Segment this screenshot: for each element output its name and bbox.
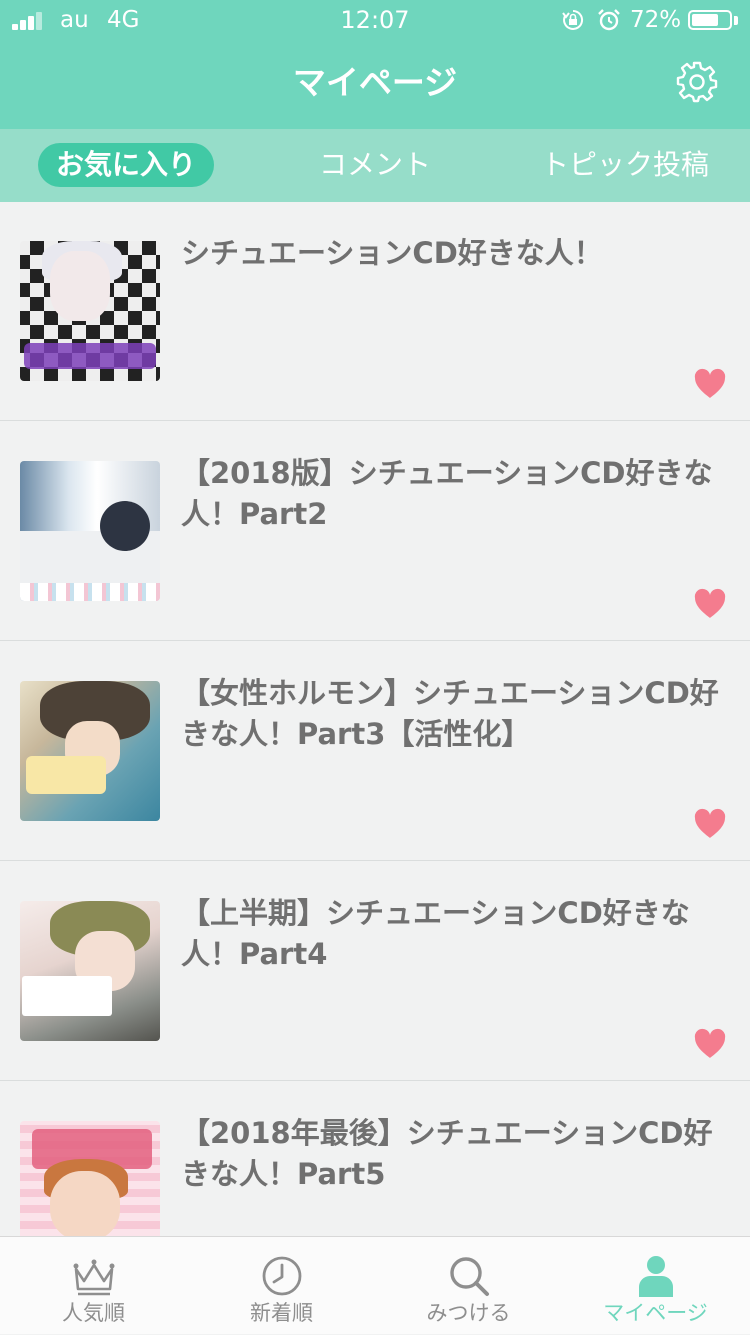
topic-title: シチュエーションCD好きな人！ (181, 236, 603, 270)
list-item[interactable]: シチュエーションCD好きな人！ (0, 202, 750, 421)
list-item[interactable]: 【女性ホルモン】シチュエーションCD好きな人！Part3【活性化】 (0, 642, 750, 861)
tab-mypage[interactable]: マイページ (562, 1237, 749, 1335)
topic-thumbnail (20, 241, 160, 381)
heart-icon[interactable] (693, 808, 727, 840)
status-bar: au 4G 12:07 72% (0, 0, 750, 40)
topic-title: 【2018版】シチュエーションCD好きな人！Part2 (181, 456, 713, 531)
orientation-lock-icon (562, 9, 584, 30)
tab-comments[interactable]: コメント (300, 143, 450, 187)
crown-icon (73, 1259, 115, 1296)
page-title: マイページ (292, 63, 458, 102)
heart-icon[interactable] (693, 368, 727, 400)
clock-icon (262, 1256, 302, 1296)
topic-title: 【2018年最後】シチュエーションCD好きな人！Part5 (181, 1116, 713, 1191)
battery-fill (692, 14, 718, 26)
bottom-tab-bar: 人気順 新着順 みつける マイページ (0, 1236, 750, 1334)
heart-icon[interactable] (693, 588, 727, 620)
tab-mypage-label: マイページ (603, 1301, 708, 1325)
tab-popular[interactable]: 人気順 (0, 1237, 187, 1335)
tab-discover[interactable]: みつける (375, 1237, 562, 1335)
battery-cap (734, 16, 738, 25)
battery-icon (688, 10, 732, 30)
search-icon (450, 1257, 489, 1296)
topic-title: 【上半期】シチュエーションCD好きな人！Part4 (181, 896, 690, 971)
segment-tabs: お気に入り コメント トピック投稿 (0, 129, 750, 202)
tab-newest[interactable]: 新着順 (188, 1237, 375, 1335)
list-item[interactable]: 【上半期】シチュエーションCD好きな人！Part4 (0, 862, 750, 1081)
heart-icon[interactable] (693, 1028, 727, 1060)
topic-thumbnail (20, 461, 160, 601)
tab-discover-label: みつける (426, 1301, 511, 1325)
person-icon (639, 1256, 673, 1297)
alarm-icon (598, 9, 620, 31)
gear-icon[interactable] (676, 61, 718, 103)
nav-bar: マイページ (0, 40, 750, 129)
topic-thumbnail (20, 901, 160, 1041)
topic-title: 【女性ホルモン】シチュエーションCD好きな人！Part3【活性化】 (181, 676, 719, 751)
list-item[interactable]: 【2018版】シチュエーションCD好きな人！Part2 (0, 422, 750, 641)
topic-thumbnail (20, 681, 160, 821)
tab-newest-label: 新着順 (250, 1301, 313, 1325)
battery-percent: 72% (630, 7, 682, 33)
tab-popular-label: 人気順 (62, 1301, 125, 1325)
tab-favorites[interactable]: お気に入り (38, 143, 214, 187)
tab-topic-posts[interactable]: トピック投稿 (530, 143, 720, 187)
